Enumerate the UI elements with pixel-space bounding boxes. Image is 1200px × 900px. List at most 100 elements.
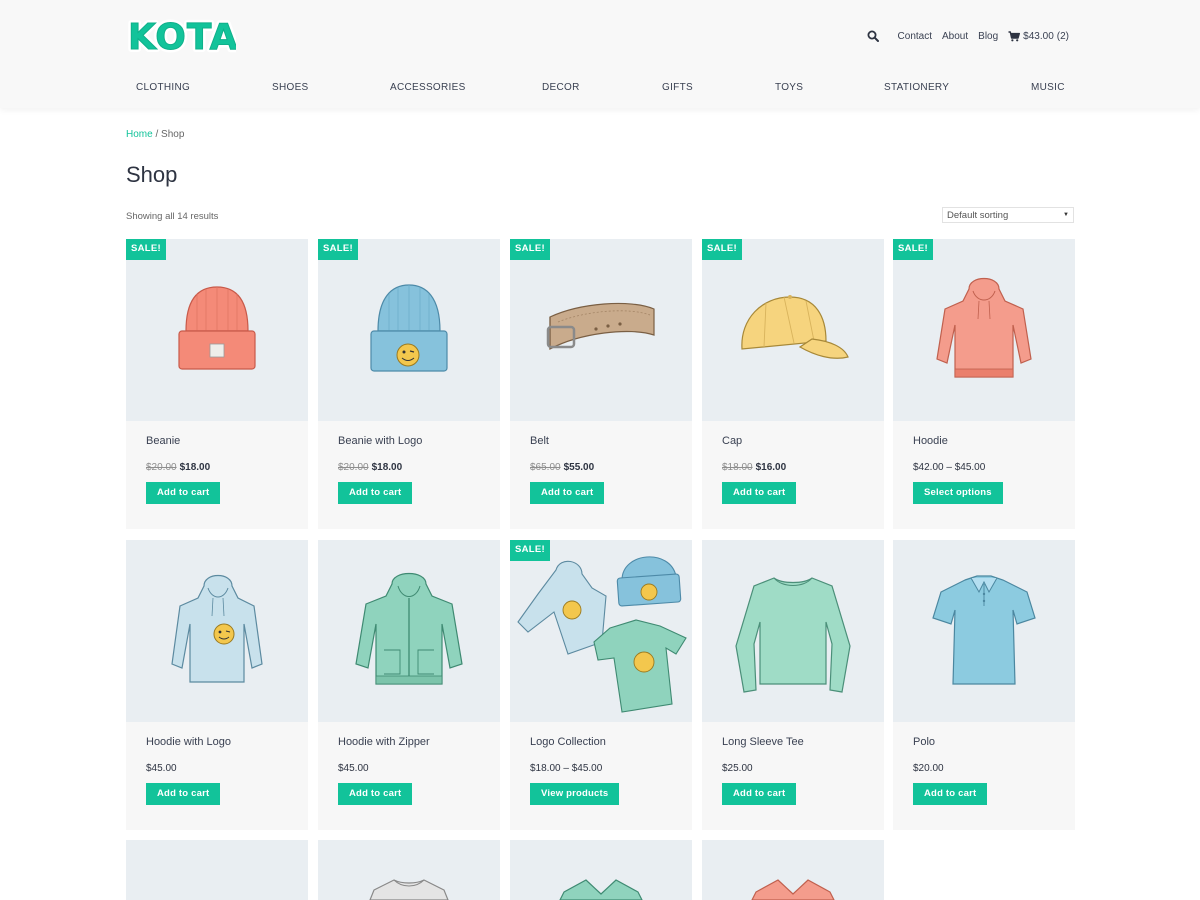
add-to-cart-button[interactable]: Add to cart (530, 482, 605, 504)
add-to-cart-button[interactable]: Add to cart (722, 783, 797, 805)
product-image[interactable] (126, 540, 308, 722)
blog-link[interactable]: Blog (978, 31, 998, 42)
long-sleeve-tee-icon (735, 577, 851, 693)
product-name[interactable]: Hoodie with Logo (146, 736, 231, 748)
current-price: $16.00 (755, 462, 787, 473)
hoodie-blue-icon (171, 574, 263, 683)
sale-badge: SALE! (510, 540, 550, 561)
old-price: $20.00 (146, 462, 177, 473)
contact-link[interactable]: Contact (898, 31, 932, 42)
nav-accessories[interactable]: ACCESSORIES (390, 82, 466, 93)
polo-icon (932, 575, 1036, 685)
category-navigation: CLOTHING SHOES ACCESSORIES DECOR GIFTS T… (126, 82, 1074, 96)
product-image[interactable] (510, 840, 692, 900)
add-to-cart-button[interactable]: Add to cart (913, 783, 988, 805)
nav-shoes[interactable]: SHOES (272, 82, 309, 93)
product-card (126, 840, 308, 900)
product-image[interactable]: SALE! (702, 239, 884, 421)
product-card: SALE! Beanie $20.00 $18.00 Add to cart (126, 239, 308, 529)
product-image[interactable] (702, 540, 884, 722)
current-price: $45.00 (146, 763, 177, 774)
nav-decor[interactable]: DECOR (542, 82, 580, 93)
product-image[interactable]: SALE! (318, 239, 500, 421)
add-to-cart-button[interactable]: Add to cart (338, 482, 413, 504)
logo-collection-icon (517, 556, 687, 713)
sorting-select[interactable]: Default sorting ▼ (942, 207, 1074, 223)
product-image[interactable] (318, 840, 500, 900)
cart-total: $43.00 (1023, 30, 1054, 42)
product-name[interactable]: Beanie (146, 435, 180, 447)
product-name[interactable]: Long Sleeve Tee (722, 736, 804, 748)
product-image[interactable] (893, 540, 1075, 722)
old-price: $65.00 (530, 462, 561, 473)
breadcrumb-current: Shop (161, 129, 185, 140)
product-name[interactable]: Beanie with Logo (338, 435, 422, 447)
sale-badge: SALE! (318, 239, 358, 260)
product-card: SALE! Logo Collection $18.00 – $45.00 Vi… (510, 540, 692, 830)
product-card: SALE! Hoodie $42.00 – $45.00 Select opti… (893, 239, 1075, 529)
add-to-cart-button[interactable]: Add to cart (146, 783, 221, 805)
view-products-button[interactable]: View products (530, 783, 620, 805)
product-image[interactable] (318, 540, 500, 722)
current-price: $45.00 (338, 763, 369, 774)
product-card: Polo $20.00 Add to cart (893, 540, 1075, 830)
nav-music[interactable]: MUSIC (1031, 82, 1065, 93)
sale-badge: SALE! (893, 239, 933, 260)
sale-badge: SALE! (702, 239, 742, 260)
old-price: $20.00 (338, 462, 369, 473)
breadcrumb-separator: / (152, 129, 162, 140)
current-price: $18.00 – $45.00 (530, 763, 603, 774)
product-image[interactable]: SALE! (893, 239, 1075, 421)
product-name[interactable]: Logo Collection (530, 736, 606, 748)
add-to-cart-button[interactable]: Add to cart (338, 783, 413, 805)
dropdown-arrow-icon: ▼ (1063, 212, 1069, 218)
product-name[interactable]: Polo (913, 736, 935, 748)
current-price: $25.00 (722, 763, 753, 774)
hoodie-zipper-icon (355, 572, 463, 685)
vneck-green-icon (559, 879, 643, 900)
result-count: Showing all 14 results (126, 211, 219, 222)
product-image[interactable] (126, 840, 308, 900)
product-name[interactable]: Hoodie with Zipper (338, 736, 430, 748)
about-link[interactable]: About (942, 31, 968, 42)
current-price: $20.00 (913, 763, 944, 774)
nav-stationery[interactable]: STATIONERY (884, 82, 949, 93)
product-name[interactable]: Belt (530, 435, 549, 447)
breadcrumb: Home / Shop (126, 129, 184, 140)
belt-icon (546, 302, 655, 350)
add-to-cart-button[interactable]: Add to cart (722, 482, 797, 504)
product-name[interactable]: Hoodie (913, 435, 948, 447)
product-price: $20.00 (913, 763, 944, 774)
product-card (702, 840, 884, 900)
cart-link[interactable]: $43.00 (2) (1008, 31, 1069, 42)
old-price: $18.00 (722, 462, 753, 473)
product-price: $42.00 – $45.00 (913, 462, 985, 473)
kota-logo[interactable]: KOTA KOTA (126, 14, 236, 56)
product-card (318, 840, 500, 900)
current-price: $18.00 (179, 462, 211, 473)
beanie-blue-icon (370, 284, 448, 372)
nav-clothing[interactable]: CLOTHING (136, 82, 190, 93)
nav-toys[interactable]: TOYS (775, 82, 803, 93)
product-price: $18.00 $16.00 (722, 462, 786, 473)
product-card: SALE! Cap $18.00 $16.00 Add to cart (702, 239, 884, 529)
product-card: SALE! Beanie with Logo $20.00 $18.00 Add … (318, 239, 500, 529)
product-image[interactable]: SALE! (510, 239, 692, 421)
breadcrumb-home[interactable]: Home (126, 129, 153, 140)
product-name[interactable]: Cap (722, 435, 742, 447)
search-icon[interactable] (867, 30, 879, 42)
product-image[interactable]: SALE! (510, 540, 692, 722)
nav-gifts[interactable]: GIFTS (662, 82, 693, 93)
product-image[interactable] (702, 840, 884, 900)
beanie-orange-icon (178, 286, 256, 370)
product-price: $25.00 (722, 763, 753, 774)
site-header: KOTA KOTA Contact About Blog $43.00 (2) … (0, 0, 1200, 108)
product-image[interactable]: SALE! (126, 239, 308, 421)
add-to-cart-button[interactable]: Add to cart (146, 482, 221, 504)
product-price: $18.00 – $45.00 (530, 763, 602, 774)
product-price: $45.00 (146, 763, 177, 774)
select-options-button[interactable]: Select options (913, 482, 1003, 504)
product-price: $20.00 $18.00 (338, 462, 402, 473)
product-card: Hoodie with Logo $45.00 Add to cart (126, 540, 308, 830)
cart-icon (1008, 30, 1021, 41)
